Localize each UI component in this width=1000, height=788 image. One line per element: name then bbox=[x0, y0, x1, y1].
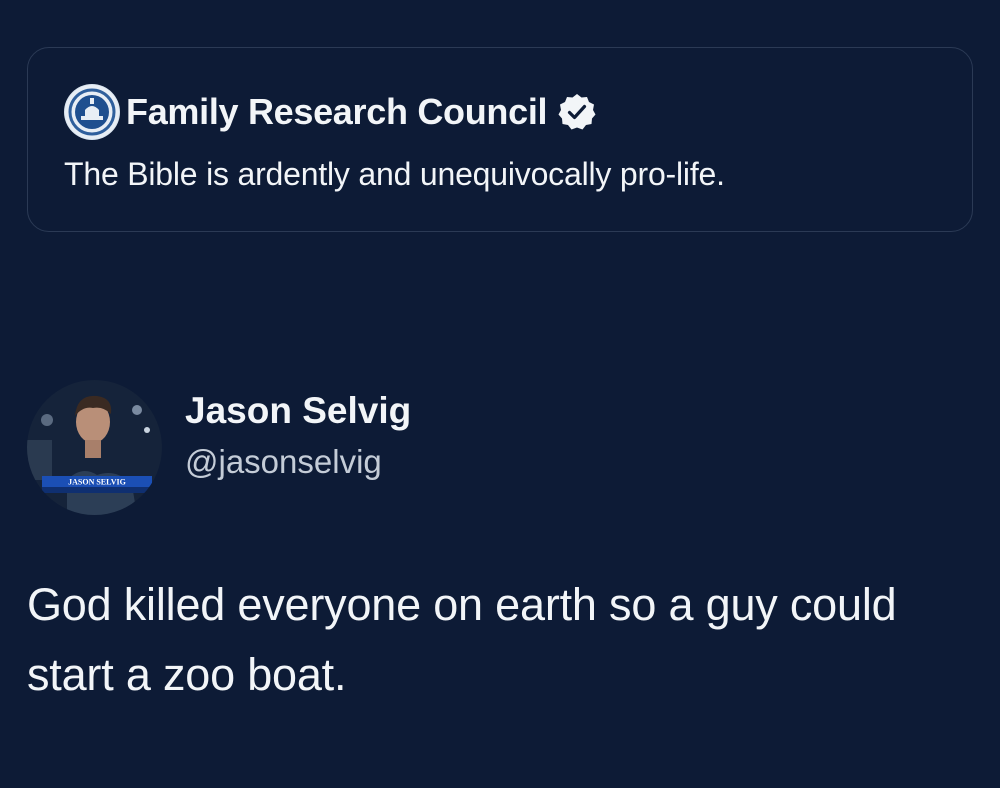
avatar[interactable]: JASON SELVIG bbox=[27, 380, 162, 515]
tweet-text: God killed everyone on earth so a guy co… bbox=[27, 579, 897, 700]
org-logo-icon[interactable] bbox=[64, 84, 120, 140]
quoted-tweet-card[interactable]: Family Research Council The Bible is ard… bbox=[27, 47, 973, 232]
quoted-author-name[interactable]: Family Research Council bbox=[126, 91, 548, 133]
quoted-tweet-text: The Bible is ardently and unequivocally … bbox=[64, 156, 725, 192]
quoted-tweet-header: Family Research Council bbox=[64, 82, 597, 142]
verified-badge-icon bbox=[558, 94, 596, 130]
avatar-caption: JASON SELVIG bbox=[68, 478, 126, 487]
author-handle[interactable]: @jasonselvig bbox=[185, 443, 382, 481]
author-name[interactable]: Jason Selvig bbox=[185, 390, 411, 432]
